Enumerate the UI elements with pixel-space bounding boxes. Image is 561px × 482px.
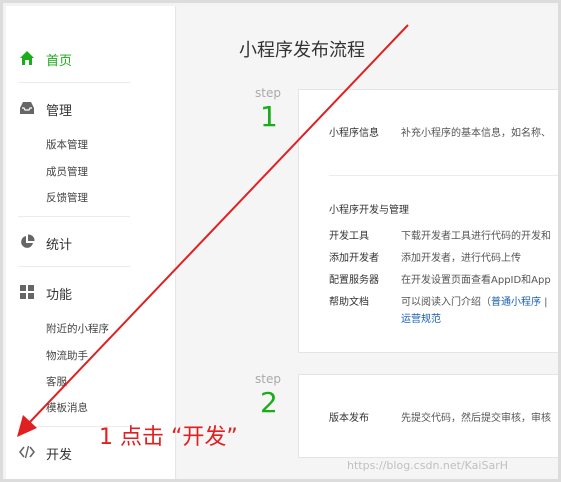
sidebar-subitem-version[interactable]: 版本管理 bbox=[46, 137, 88, 152]
info-row: 小程序信息 补充小程序的基本信息，如名称、 bbox=[329, 124, 551, 139]
sidebar-subitem-members[interactable]: 成员管理 bbox=[46, 164, 88, 179]
inbox-icon bbox=[20, 102, 34, 114]
sidebar-item-home[interactable]: 首页 bbox=[6, 46, 176, 72]
info-row-continued: 运营规范 bbox=[401, 310, 441, 325]
sidebar-item-manage[interactable]: 管理 bbox=[6, 96, 176, 122]
row-value: 添加开发者，进行代码上传 bbox=[401, 253, 521, 264]
row-value: 下载开发者工具进行代码的开发和 bbox=[401, 231, 551, 242]
row-key: 添加开发者 bbox=[329, 253, 379, 264]
sidebar-item-stats[interactable]: 统计 bbox=[6, 230, 176, 256]
pie-chart-icon bbox=[21, 234, 35, 248]
code-icon bbox=[19, 445, 35, 459]
sidebar: 首页 管理 版本管理 成员管理 反馈管理 统计 功能 附近的小程序 物流助手 客… bbox=[6, 6, 176, 479]
divider bbox=[329, 175, 558, 176]
sidebar-subitem-template[interactable]: 模板消息 bbox=[46, 400, 88, 415]
operation-rules-link[interactable]: 运营规范 bbox=[401, 314, 441, 325]
sidebar-item-label: 开发 bbox=[46, 448, 73, 463]
row-value: 先提交代码，然后提交审核，审核 bbox=[401, 413, 551, 424]
row-key: 小程序信息 bbox=[329, 128, 379, 139]
row-value: 在开发设置页面查看AppID和App bbox=[401, 275, 551, 286]
sidebar-item-label: 统计 bbox=[46, 238, 73, 253]
step-card: 小程序信息 补充小程序的基本信息，如名称、 小程序开发与管理 开发工具 下载开发者工… bbox=[298, 89, 558, 353]
row-key: 帮助文档 bbox=[329, 297, 369, 308]
info-row: 配置服务器 在开发设置页面查看AppID和App bbox=[329, 271, 551, 286]
info-row: 添加开发者 添加开发者，进行代码上传 bbox=[329, 249, 521, 264]
main-content: 小程序发布流程 step 1 小程序信息 补充小程序的基本信息，如名称、 小程序开… bbox=[177, 6, 558, 479]
sidebar-subitem-logistics[interactable]: 物流助手 bbox=[46, 348, 88, 363]
row-key: 配置服务器 bbox=[329, 275, 379, 286]
divider bbox=[18, 266, 130, 267]
row-key: 开发工具 bbox=[329, 231, 369, 242]
step-number: 1 bbox=[260, 100, 278, 133]
annotation-label: 1 点击 “开发” bbox=[99, 425, 238, 450]
row-value: 补充小程序的基本信息，如名称、 bbox=[401, 128, 551, 139]
step-label: step bbox=[255, 86, 281, 100]
screenshot-frame: 首页 管理 版本管理 成员管理 反馈管理 统计 功能 附近的小程序 物流助手 客… bbox=[0, 0, 561, 482]
step-label: step bbox=[255, 372, 281, 386]
divider bbox=[18, 82, 130, 83]
sidebar-subitem-feedback[interactable]: 反馈管理 bbox=[46, 190, 88, 205]
info-row: 帮助文档 可以阅读入门介绍（普通小程序 | bbox=[329, 293, 548, 308]
info-row: 版本发布 先提交代码，然后提交审核，审核 bbox=[329, 409, 551, 424]
section-title: 小程序开发与管理 bbox=[329, 205, 409, 216]
sidebar-item-label: 首页 bbox=[46, 54, 73, 69]
watermark: https://blog.csdn.net/KaiSarH bbox=[347, 459, 508, 472]
sidebar-subitem-service[interactable]: 客服 bbox=[46, 374, 67, 389]
page-title: 小程序发布流程 bbox=[239, 40, 365, 61]
sidebar-item-label: 功能 bbox=[46, 288, 73, 303]
step-number: 2 bbox=[260, 386, 278, 419]
link-separator: | bbox=[541, 297, 548, 308]
divider bbox=[18, 216, 130, 217]
normal-miniprogram-link[interactable]: 普通小程序 bbox=[491, 297, 541, 308]
sidebar-item-label: 管理 bbox=[46, 104, 73, 119]
row-value: 可以阅读入门介绍（ bbox=[401, 297, 491, 308]
sidebar-subitem-nearby[interactable]: 附近的小程序 bbox=[46, 321, 109, 336]
home-icon bbox=[20, 51, 34, 65]
grid-icon bbox=[20, 285, 34, 299]
sidebar-item-features[interactable]: 功能 bbox=[6, 280, 176, 306]
step-card: 版本发布 先提交代码，然后提交审核，审核 bbox=[298, 374, 558, 458]
row-key: 版本发布 bbox=[329, 413, 369, 424]
info-row: 开发工具 下载开发者工具进行代码的开发和 bbox=[329, 227, 551, 242]
